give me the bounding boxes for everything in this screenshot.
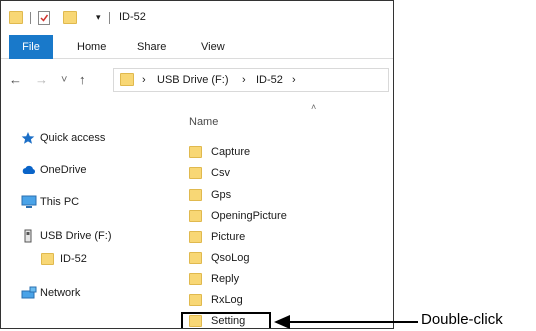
folder-name: OpeningPicture	[211, 210, 287, 222]
breadcrumb-separator: ›	[242, 74, 246, 86]
folder-row-rxlog[interactable]: RxLog	[181, 291, 271, 310]
column-header-name[interactable]: Name	[189, 116, 218, 128]
new-folder-icon[interactable]	[63, 11, 77, 24]
sidebar-item-label: OneDrive	[40, 164, 87, 176]
folder-name: Gps	[211, 189, 232, 201]
folder-icon	[189, 294, 202, 306]
folder-row-reply[interactable]: Reply	[181, 270, 271, 289]
breadcrumb-usb-drive[interactable]: USB Drive (F:)	[157, 74, 229, 86]
recent-locations-chevron-icon[interactable]: ˅	[61, 71, 67, 89]
address-row: ← → ˅ ↑ › USB Drive (F:) › ID-52 ›	[1, 65, 393, 95]
folder-icon	[189, 210, 202, 222]
folder-icon	[41, 253, 54, 265]
folder-row-csv[interactable]: Csv	[181, 164, 271, 183]
quick-access-dropdown-icon[interactable]: ▾	[96, 11, 101, 23]
breadcrumb-separator: ›	[142, 74, 146, 86]
folder-name: Capture	[211, 146, 251, 158]
folder-row-openingpicture[interactable]: OpeningPicture	[181, 207, 287, 226]
window-title: ID-52	[119, 11, 146, 23]
folder-icon	[189, 189, 202, 201]
sidebar-item-label: Quick access	[40, 132, 106, 144]
folder-icon	[189, 252, 202, 264]
folder-icon	[9, 11, 23, 24]
folder-icon	[189, 167, 202, 179]
folder-icon	[189, 273, 202, 285]
sidebar-item-label: This PC	[40, 196, 80, 208]
folder-icon	[189, 231, 202, 243]
tab-file[interactable]: File	[9, 35, 53, 59]
folder-row-picture[interactable]: Picture	[181, 228, 271, 247]
address-bar[interactable]: › USB Drive (F:) › ID-52 ›	[113, 68, 389, 92]
tab-share[interactable]: Share	[137, 35, 166, 59]
usb-drive-icon	[24, 229, 32, 243]
file-explorer-window: ▾ ID-52 File Home Share View ← → ˅ ↑ › U…	[0, 0, 394, 329]
ribbon-tabs: File Home Share View	[1, 35, 393, 59]
folder-icon	[189, 146, 202, 158]
title-bar: ▾ ID-52	[1, 1, 393, 35]
title-separator	[109, 12, 110, 24]
cloud-icon	[22, 165, 36, 174]
back-arrow-icon[interactable]: ←	[9, 71, 22, 89]
properties-checkmark-icon[interactable]	[38, 11, 50, 25]
folder-row-setting[interactable]: Setting	[181, 312, 271, 328]
up-arrow-icon[interactable]: ↑	[79, 71, 86, 89]
folder-icon	[189, 315, 202, 327]
folder-row-capture[interactable]: Capture	[181, 143, 271, 162]
folder-name: Csv	[211, 167, 230, 179]
folder-name: Reply	[211, 273, 240, 285]
sidebar-item-label: USB Drive (F:)	[40, 230, 112, 242]
title-separator	[30, 12, 31, 24]
sidebar-item-label: Network	[40, 287, 81, 299]
folder-name: Picture	[211, 231, 246, 243]
forward-arrow-icon[interactable]: →	[35, 71, 48, 89]
star-icon	[21, 132, 35, 144]
folder-name: Setting	[211, 315, 246, 327]
folder-row-qsolog[interactable]: QsoLog	[181, 249, 271, 268]
breadcrumb-separator: ›	[292, 74, 296, 86]
network-icon	[21, 286, 37, 299]
tab-view[interactable]: View	[201, 35, 225, 59]
callout-label: Double-click	[421, 311, 503, 328]
folder-row-gps[interactable]: Gps	[181, 186, 271, 205]
breadcrumb-id-52[interactable]: ID-52	[256, 74, 283, 86]
callout-line	[288, 321, 418, 323]
sort-ascending-icon[interactable]: ˄	[311, 102, 316, 112]
folder-icon	[120, 73, 134, 86]
sidebar-item-label: ID-52	[60, 253, 87, 265]
tab-home[interactable]: Home	[77, 35, 106, 59]
monitor-icon	[21, 195, 37, 208]
folder-name: QsoLog	[211, 252, 250, 264]
folder-name: RxLog	[211, 294, 243, 306]
